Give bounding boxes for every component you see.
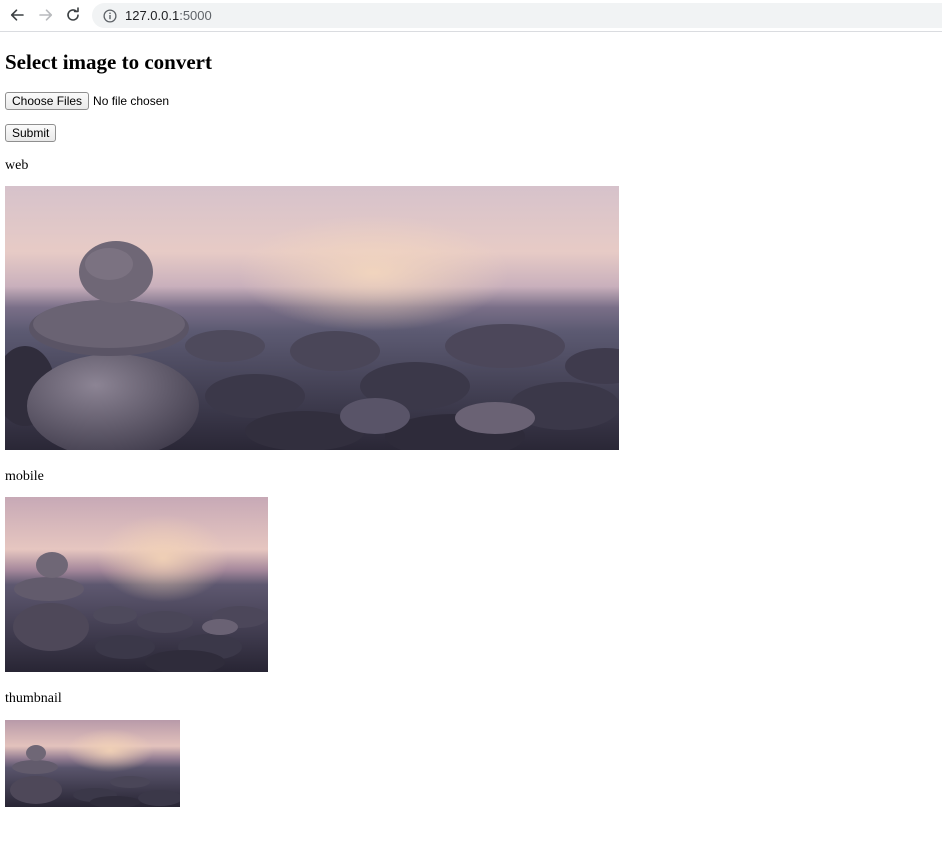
reload-button[interactable] bbox=[62, 4, 84, 26]
page-title: Select image to convert bbox=[5, 50, 212, 74]
image-label-web: web bbox=[5, 158, 29, 173]
submit-row: Submit bbox=[5, 124, 57, 142]
file-input: Choose Files No file chosen bbox=[5, 92, 169, 110]
thumbnail-image bbox=[5, 720, 180, 807]
info-icon[interactable] bbox=[103, 8, 117, 23]
url-port: :5000 bbox=[179, 8, 212, 23]
choose-files-button[interactable]: Choose Files bbox=[5, 92, 90, 110]
arrow-right-icon bbox=[39, 9, 53, 21]
back-button[interactable] bbox=[6, 4, 28, 26]
arrow-left-icon bbox=[10, 9, 24, 21]
address-bar[interactable]: 127.0.0.1:5000 bbox=[92, 3, 942, 28]
browser-toolbar: 127.0.0.1:5000 bbox=[0, 0, 942, 32]
url-host: 127.0.0.1 bbox=[125, 8, 180, 23]
image-label-mobile: mobile bbox=[5, 469, 44, 484]
web-image bbox=[5, 186, 619, 450]
forward-button[interactable] bbox=[35, 4, 57, 26]
image-label-thumbnail: thumbnail bbox=[5, 691, 62, 706]
file-status-text: No file chosen bbox=[93, 94, 170, 108]
mobile-image bbox=[5, 497, 268, 672]
submit-button[interactable]: Submit bbox=[5, 124, 57, 142]
reload-icon bbox=[67, 7, 79, 21]
